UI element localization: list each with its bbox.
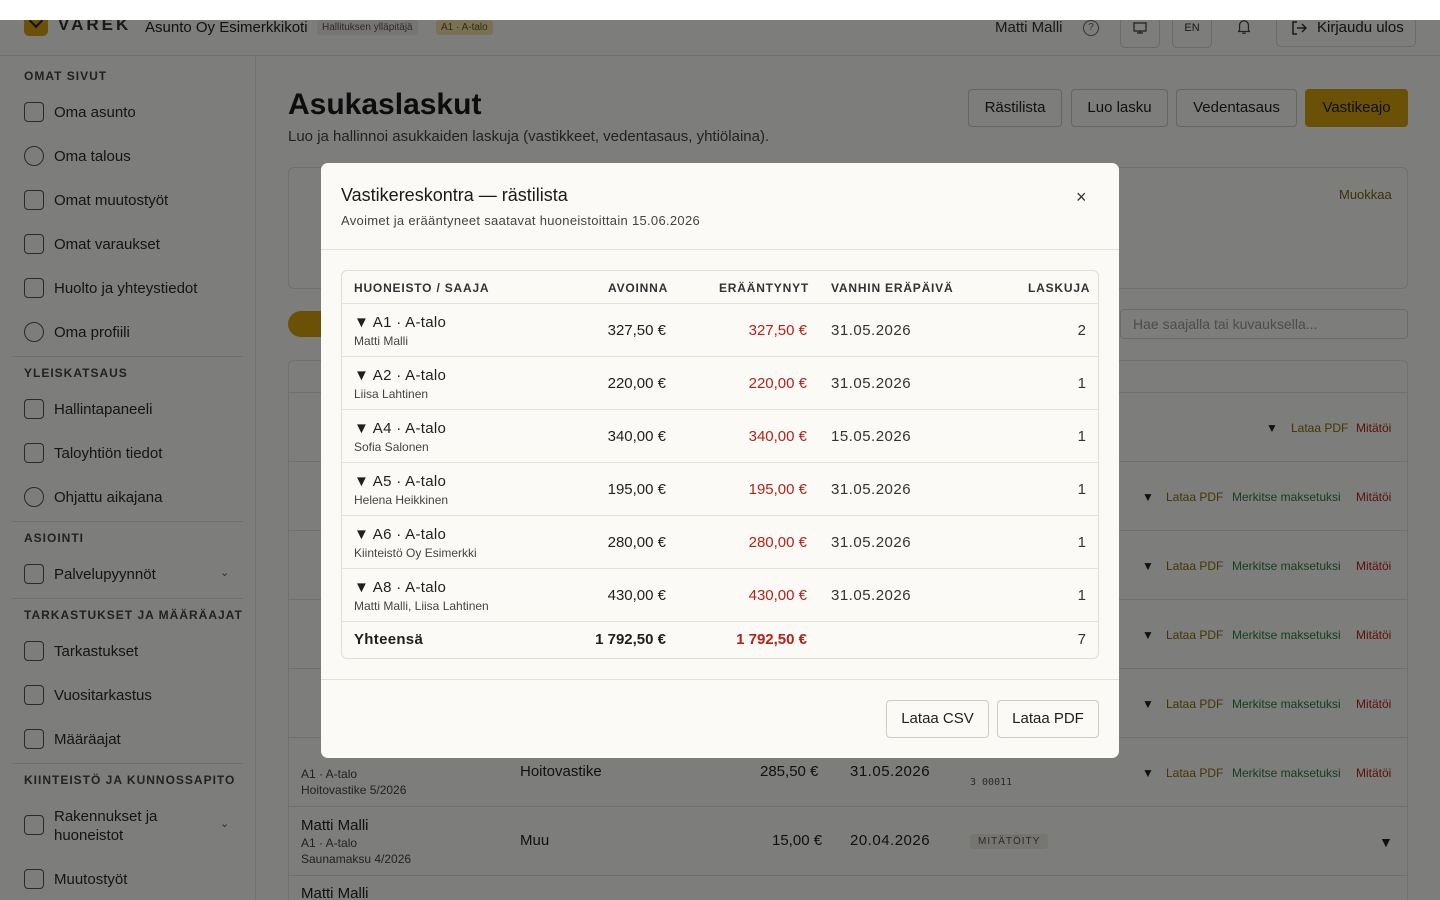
arrears-row-open: 220,00 € (607, 375, 666, 392)
total-count: 7 (1077, 631, 1086, 648)
download-pdf-button[interactable]: Lataa PDF (997, 700, 1099, 738)
header-divider (342, 303, 1098, 304)
arrears-row-oldest: 31.05.2026 (831, 481, 912, 498)
modal-divider (321, 249, 1119, 250)
arrears-row-payer: Sofia Salonen (354, 440, 429, 454)
arrears-row-open: 340,00 € (607, 428, 666, 445)
arrears-row-overdue: 220,00 € (748, 375, 807, 392)
total-overdue: 1 792,50 € (736, 631, 807, 648)
arrears-row-unit[interactable]: ▼ A2 · A-talo (354, 367, 446, 384)
arrears-row-overdue: 340,00 € (748, 428, 807, 445)
arrears-row-overdue: 430,00 € (748, 587, 807, 604)
row-divider (342, 462, 1098, 463)
column-header-count: LASKUJA (1028, 281, 1091, 295)
arrears-row-unit[interactable]: ▼ A1 · A-talo (354, 314, 446, 331)
arrears-row-count: 2 (1077, 322, 1086, 339)
arrears-row-open: 280,00 € (607, 534, 666, 551)
arrears-row-payer: Liisa Lahtinen (354, 387, 429, 401)
arrears-row-oldest: 31.05.2026 (831, 534, 912, 551)
arrears-row-overdue: 280,00 € (748, 534, 807, 551)
download-csv-button[interactable]: Lataa CSV (886, 700, 989, 738)
arrears-row-unit[interactable]: ▼ A4 · A-talo (354, 420, 446, 437)
arrears-row-count: 1 (1077, 481, 1086, 498)
arrears-row-unit[interactable]: ▼ A5 · A-talo (354, 473, 446, 490)
row-divider (342, 568, 1098, 569)
arrears-row-payer: Matti Malli, Liisa Lahtinen (354, 599, 489, 613)
arrears-row-oldest: 31.05.2026 (831, 322, 912, 339)
arrears-row-payer: Matti Malli (354, 334, 409, 348)
modal-title: Vastikereskontra — rästilista (341, 185, 568, 205)
column-header-oldest-due: VANHIN ERÄPÄIVÄ (831, 281, 954, 295)
arrears-row-payer: Kiinteistö Oy Esimerkki (354, 546, 477, 560)
close-icon[interactable]: × (1076, 187, 1087, 208)
total-label: Yhteensä (354, 631, 424, 648)
modal-footer-divider (321, 679, 1119, 680)
arrears-row-unit[interactable]: ▼ A6 · A-talo (354, 526, 446, 543)
arrears-row-oldest: 15.05.2026 (831, 428, 912, 445)
arrears-row-count: 1 (1077, 375, 1086, 392)
modal-subtitle: Avoimet ja erääntyneet saatavat huoneist… (341, 213, 701, 228)
arrears-row-overdue: 195,00 € (748, 481, 807, 498)
row-divider (342, 356, 1098, 357)
arrears-row-count: 1 (1077, 428, 1086, 445)
arrears-row-count: 1 (1077, 534, 1086, 551)
arrears-table: HUONEISTO / SAAJA AVOINNA ERÄÄNTYNYT VAN… (341, 270, 1099, 659)
column-header-overdue: ERÄÄNTYNYT (719, 281, 810, 295)
arrears-row-oldest: 31.05.2026 (831, 375, 912, 392)
arrears-row-count: 1 (1077, 587, 1086, 604)
arrears-row-open: 430,00 € (607, 587, 666, 604)
arrears-row-open: 327,50 € (607, 322, 666, 339)
arrears-row-open: 195,00 € (607, 481, 666, 498)
arrears-modal: Vastikereskontra — rästilista Avoimet ja… (321, 163, 1119, 758)
column-header-unit: HUONEISTO / SAAJA (354, 281, 490, 295)
column-header-open: AVOINNA (608, 281, 669, 295)
row-divider (342, 409, 1098, 410)
total-open: 1 792,50 € (595, 631, 666, 648)
top-strip (0, 0, 1440, 20)
arrears-row-unit[interactable]: ▼ A8 · A-talo (354, 579, 446, 596)
row-divider (342, 621, 1098, 622)
arrears-row-payer: Helena Heikkinen (354, 493, 449, 507)
arrears-row-oldest: 31.05.2026 (831, 587, 912, 604)
arrears-row-overdue: 327,50 € (748, 322, 807, 339)
row-divider (342, 515, 1098, 516)
